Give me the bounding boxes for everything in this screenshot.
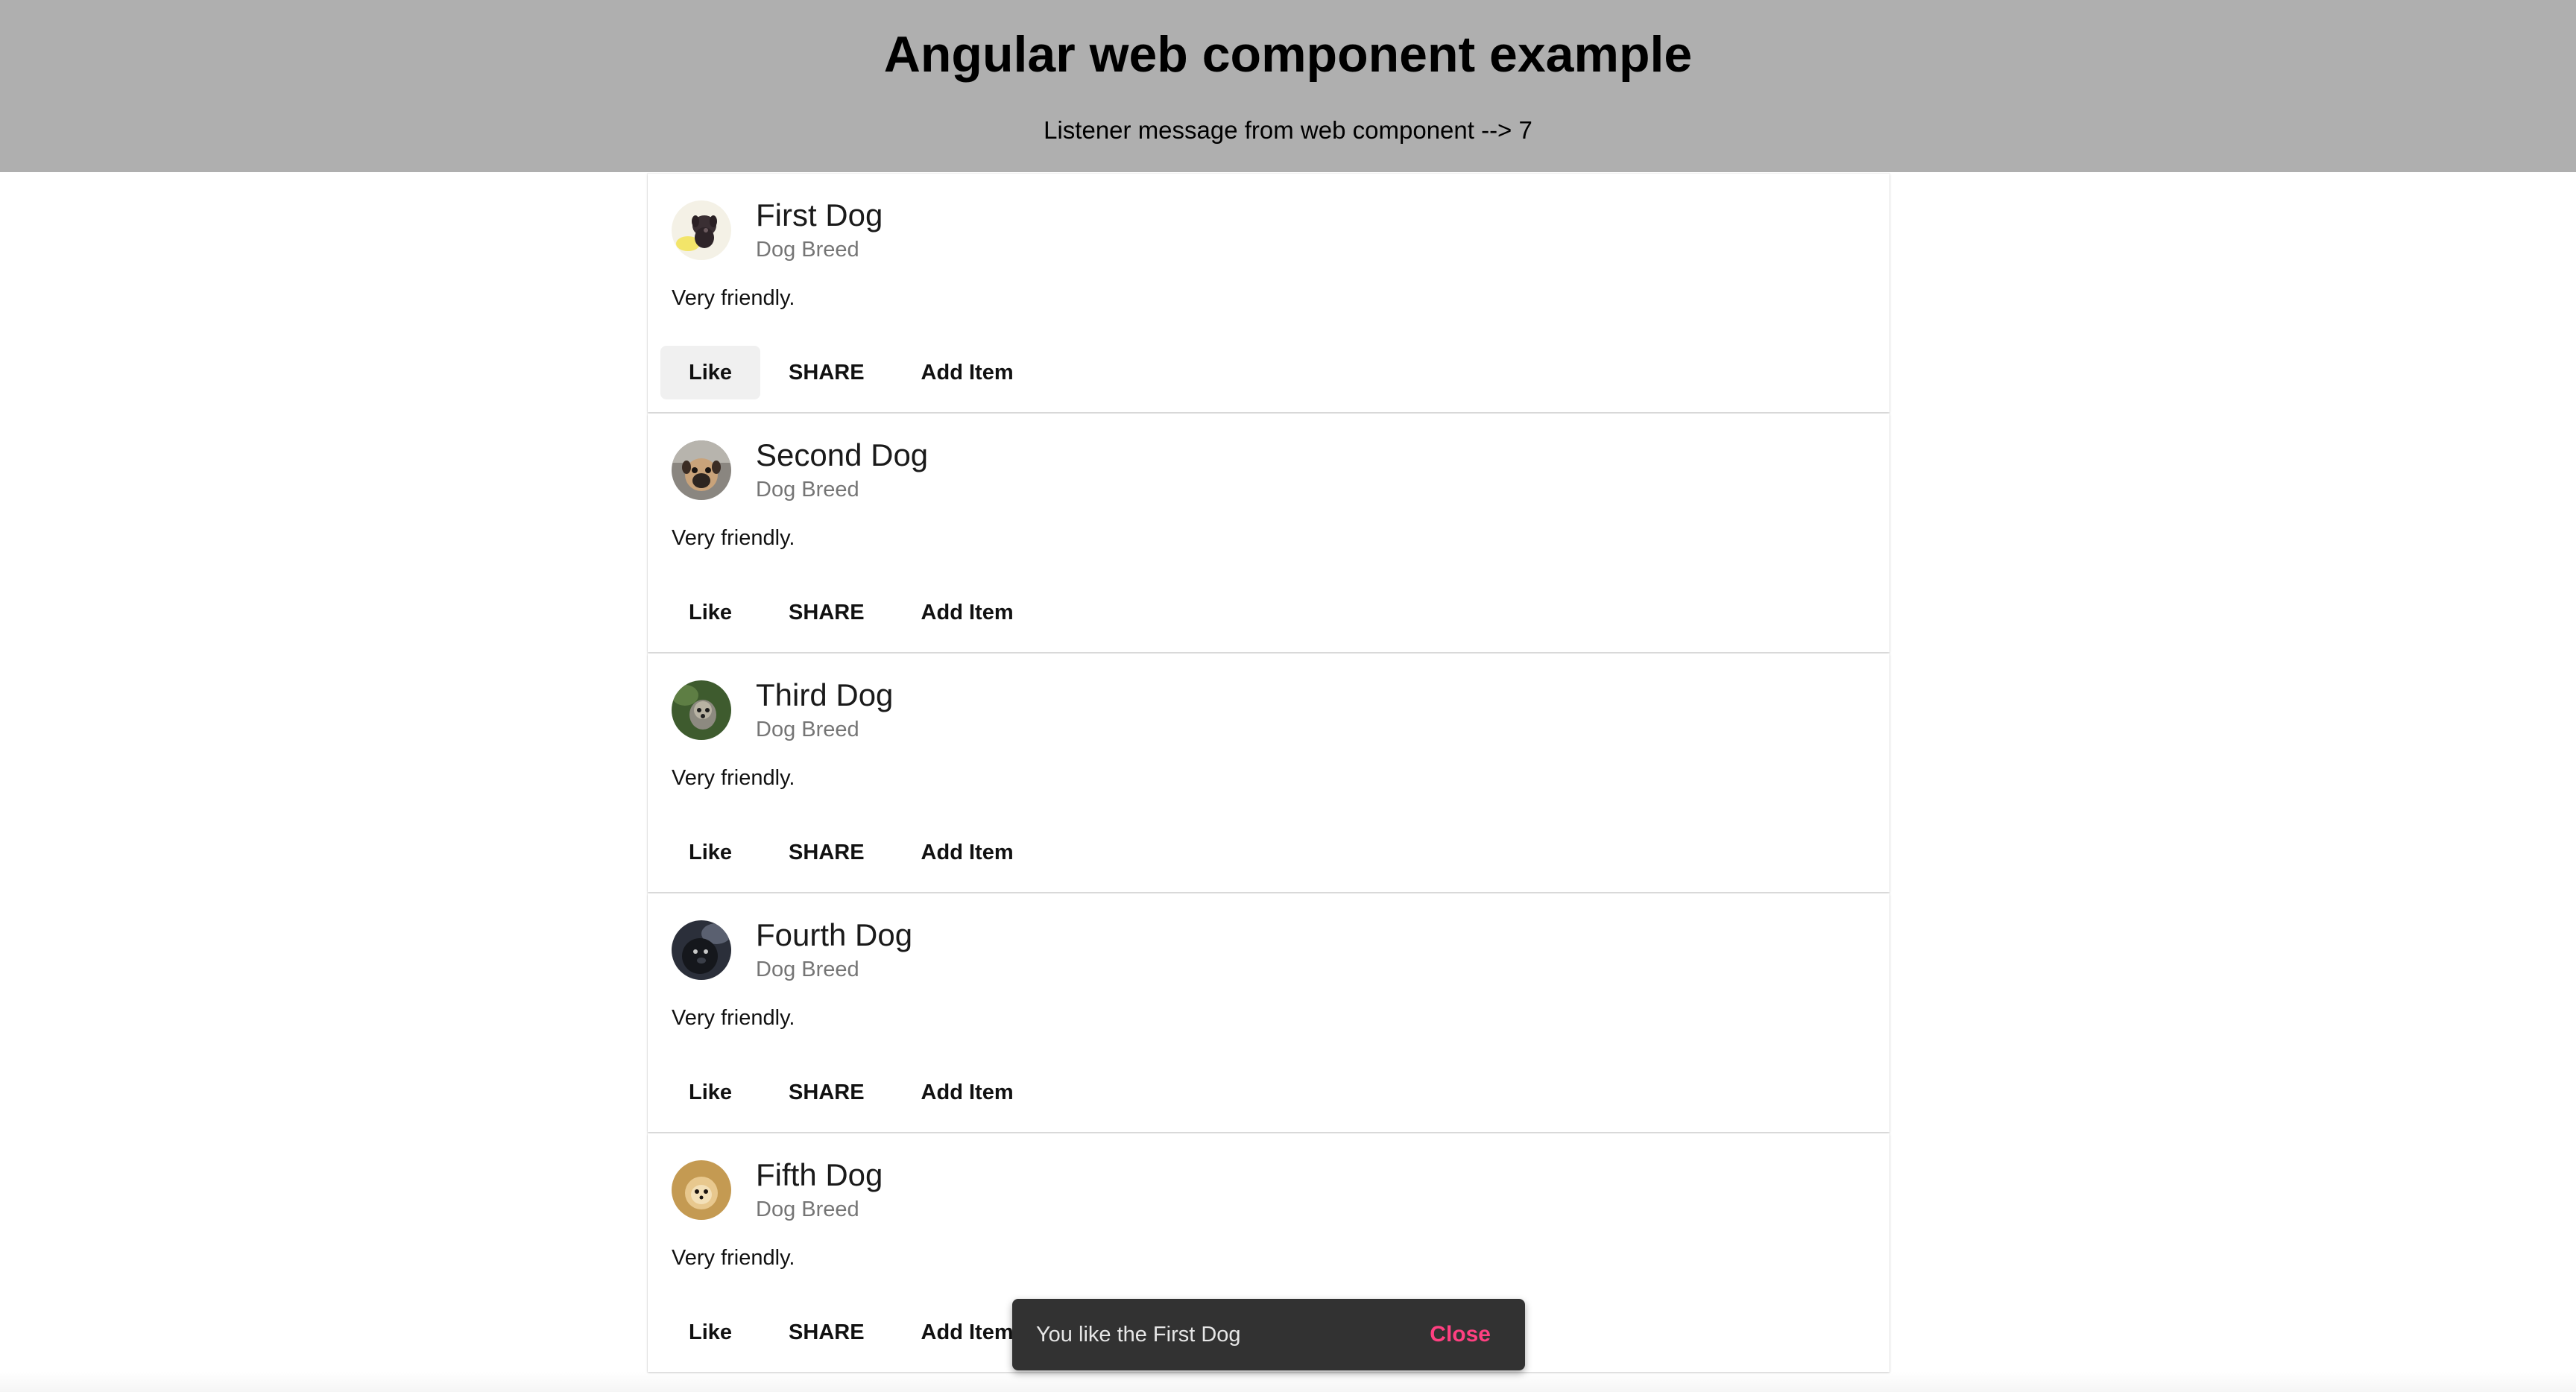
card-actions: Like SHARE Add Item: [660, 826, 1042, 879]
card-actions: Like SHARE Add Item: [660, 586, 1042, 639]
like-button[interactable]: Like: [660, 1306, 760, 1359]
like-button[interactable]: Like: [660, 346, 761, 399]
snackbar-close-button[interactable]: Close: [1430, 1317, 1491, 1353]
card-content: Very friendly.: [672, 286, 795, 310]
share-button[interactable]: SHARE: [760, 826, 893, 879]
share-button[interactable]: SHARE: [760, 1066, 893, 1119]
add-item-button[interactable]: Add Item: [893, 826, 1042, 879]
snackbar: You like the First Dog Close: [1012, 1299, 1525, 1370]
dog-avatar: [672, 920, 731, 980]
dog-avatar-terrier-icon: [672, 680, 731, 740]
card-subtitle: Dog Breed: [756, 1198, 859, 1221]
add-item-button[interactable]: Add Item: [893, 1066, 1042, 1119]
like-button[interactable]: Like: [660, 826, 760, 879]
dog-card: Fourth Dog Dog Breed Very friendly. Like…: [648, 893, 1890, 1132]
dog-avatar: [672, 680, 731, 740]
dog-card: Second Dog Dog Breed Very friendly. Like…: [648, 414, 1890, 652]
card-subtitle: Dog Breed: [756, 958, 859, 981]
like-button[interactable]: Like: [660, 586, 760, 639]
add-item-button[interactable]: Add Item: [893, 586, 1042, 639]
dog-avatar-dark-icon: [672, 920, 731, 980]
snackbar-message: You like the First Dog: [1036, 1323, 1241, 1347]
page-header: Angular web component example Listener m…: [0, 0, 2576, 172]
card-actions: Like SHARE Add Item: [660, 346, 1042, 399]
card-title: First Dog: [756, 197, 883, 232]
dog-card-list: First Dog Dog Breed Very friendly. Like …: [648, 174, 1890, 1373]
share-button[interactable]: SHARE: [760, 346, 893, 399]
card-content: Very friendly.: [672, 766, 795, 790]
dog-card: Third Dog Dog Breed Very friendly. Like …: [648, 654, 1890, 892]
card-content: Very friendly.: [672, 1006, 795, 1030]
listener-message: Listener message from web component --> …: [1044, 116, 1532, 144]
card-title: Fifth Dog: [756, 1157, 883, 1192]
page-title: Angular web component example: [883, 26, 1693, 83]
card-subtitle: Dog Breed: [756, 238, 859, 262]
card-title: Second Dog: [756, 437, 929, 472]
card-title: Fourth Dog: [756, 917, 913, 952]
dog-avatar: [672, 200, 731, 260]
like-button[interactable]: Like: [660, 1066, 760, 1119]
bottom-shade: [0, 1371, 2576, 1392]
card-content: Very friendly.: [672, 526, 795, 550]
share-button[interactable]: SHARE: [760, 586, 893, 639]
dog-card: First Dog Dog Breed Very friendly. Like …: [648, 174, 1890, 412]
card-actions: Like SHARE Add Item: [660, 1306, 1042, 1359]
dog-avatar-black-puppy-icon: [672, 200, 731, 260]
dog-avatar-pug-icon: [672, 440, 731, 500]
card-content: Very friendly.: [672, 1246, 795, 1270]
add-item-button[interactable]: Add Item: [893, 346, 1042, 399]
share-button[interactable]: SHARE: [760, 1306, 893, 1359]
dog-avatar: [672, 1160, 731, 1220]
card-subtitle: Dog Breed: [756, 478, 859, 502]
card-subtitle: Dog Breed: [756, 718, 859, 741]
dog-avatar: [672, 440, 731, 500]
dog-avatar-pomeranian-icon: [672, 1160, 731, 1220]
card-actions: Like SHARE Add Item: [660, 1066, 1042, 1119]
card-title: Third Dog: [756, 677, 894, 712]
